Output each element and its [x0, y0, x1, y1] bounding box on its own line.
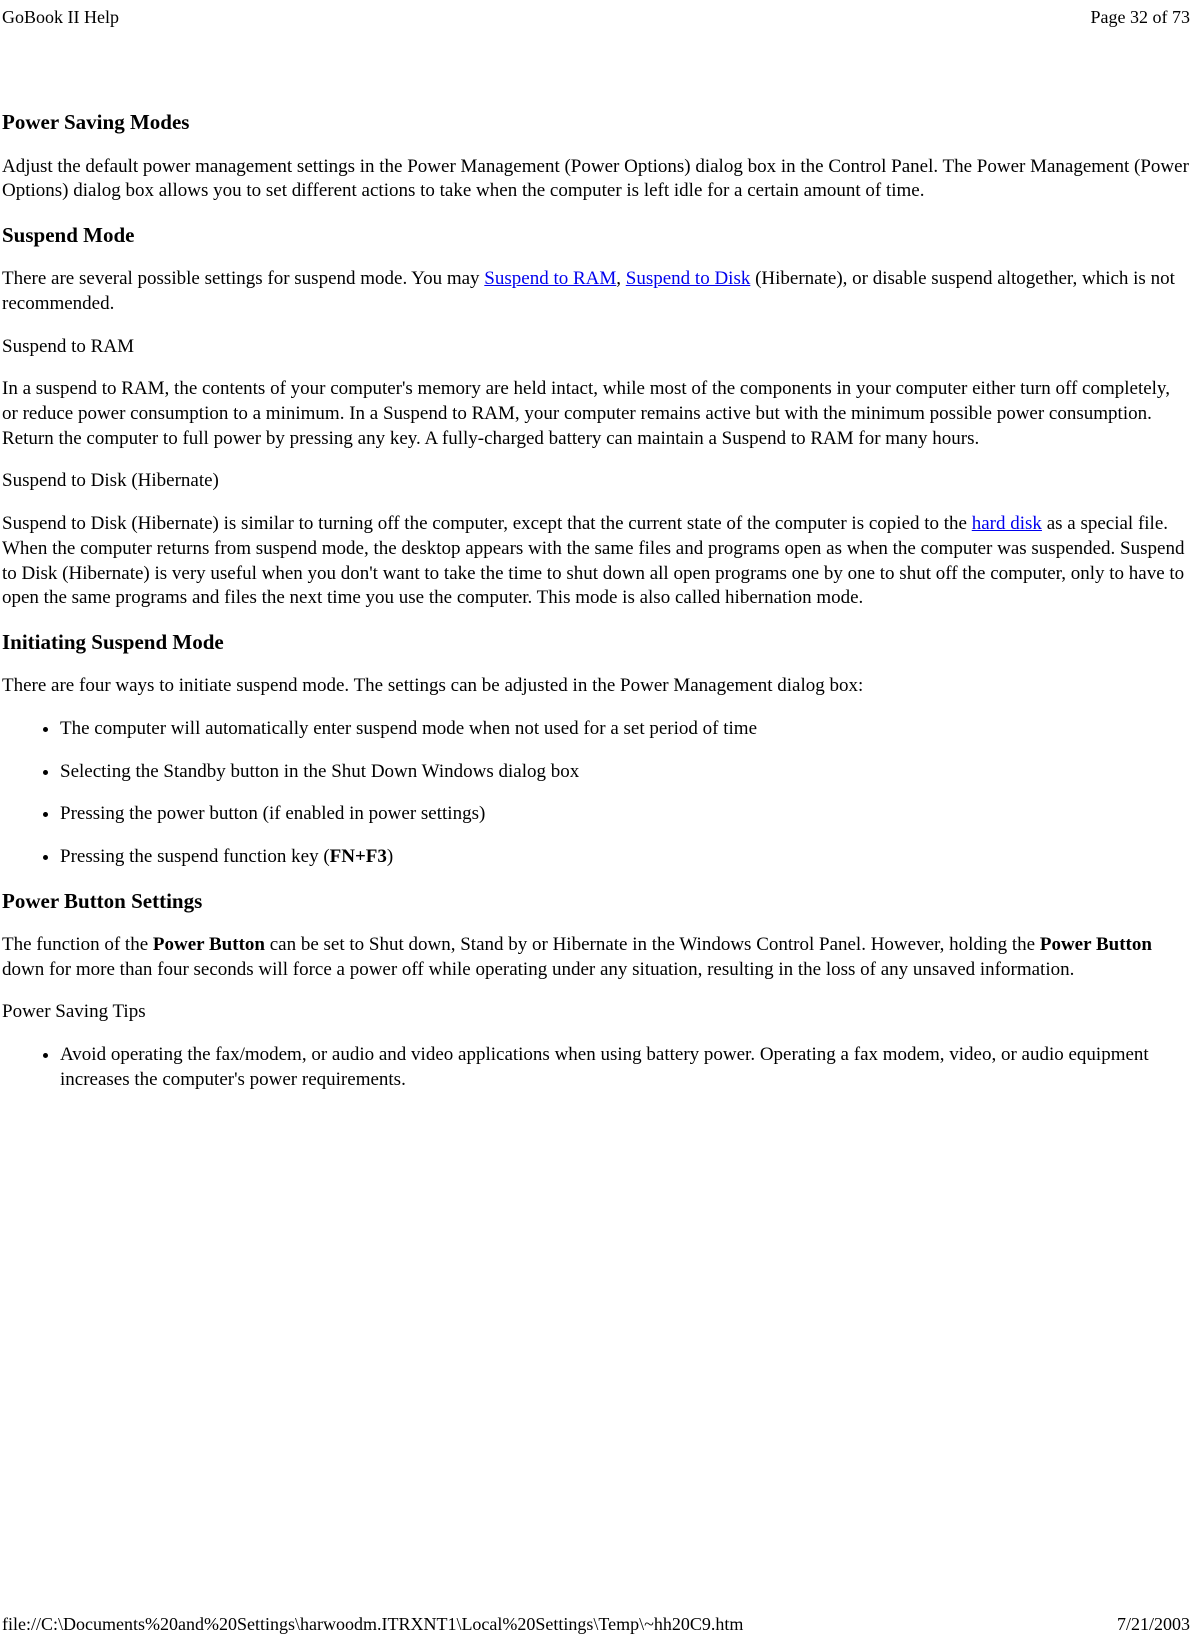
heading-suspend-mode: Suspend Mode [2, 222, 1190, 249]
page-header: GoBook II Help Page 32 of 73 [0, 0, 1198, 29]
list-item: Avoid operating the fax/modem, or audio … [60, 1043, 1190, 1092]
link-suspend-to-disk[interactable]: Suspend to Disk [626, 268, 751, 289]
para-suspend-mode: There are several possible settings for … [2, 267, 1190, 316]
para-power-button-settings: The function of the Power Button can be … [2, 933, 1190, 982]
para-suspend-to-disk: Suspend to Disk (Hibernate) is similar t… [2, 512, 1190, 611]
list-item: Selecting the Standby button in the Shut… [60, 760, 1190, 785]
footer-date: 7/21/2003 [1117, 1613, 1190, 1636]
page-footer: file://C:\Documents%20and%20Settings\har… [2, 1613, 1190, 1636]
para-initiating-suspend: There are four ways to initiate suspend … [2, 674, 1190, 699]
heading-initiating-suspend: Initiating Suspend Mode [2, 629, 1190, 656]
list-item: The computer will automatically enter su… [60, 717, 1190, 742]
list-item: Pressing the power button (if enabled in… [60, 802, 1190, 827]
subheading-suspend-to-ram: Suspend to RAM [2, 335, 1190, 360]
document-content: Power Saving Modes Adjust the default po… [0, 29, 1198, 1092]
heading-power-saving-modes: Power Saving Modes [2, 109, 1190, 136]
para-power-saving-modes: Adjust the default power management sett… [2, 155, 1190, 204]
link-suspend-to-ram[interactable]: Suspend to RAM [484, 268, 616, 289]
header-title: GoBook II Help [2, 6, 119, 29]
link-hard-disk[interactable]: hard disk [972, 513, 1042, 534]
footer-path: file://C:\Documents%20and%20Settings\har… [2, 1613, 743, 1636]
para-suspend-to-ram: In a suspend to RAM, the contents of you… [2, 377, 1190, 451]
list-initiating-suspend: The computer will automatically enter su… [2, 717, 1190, 870]
list-item: Pressing the suspend function key (FN+F3… [60, 845, 1190, 870]
list-power-saving-tips: Avoid operating the fax/modem, or audio … [2, 1043, 1190, 1092]
header-page-info: Page 32 of 73 [1091, 6, 1190, 29]
subheading-power-saving-tips: Power Saving Tips [2, 1000, 1190, 1025]
heading-power-button-settings: Power Button Settings [2, 888, 1190, 915]
subheading-suspend-to-disk: Suspend to Disk (Hibernate) [2, 469, 1190, 494]
